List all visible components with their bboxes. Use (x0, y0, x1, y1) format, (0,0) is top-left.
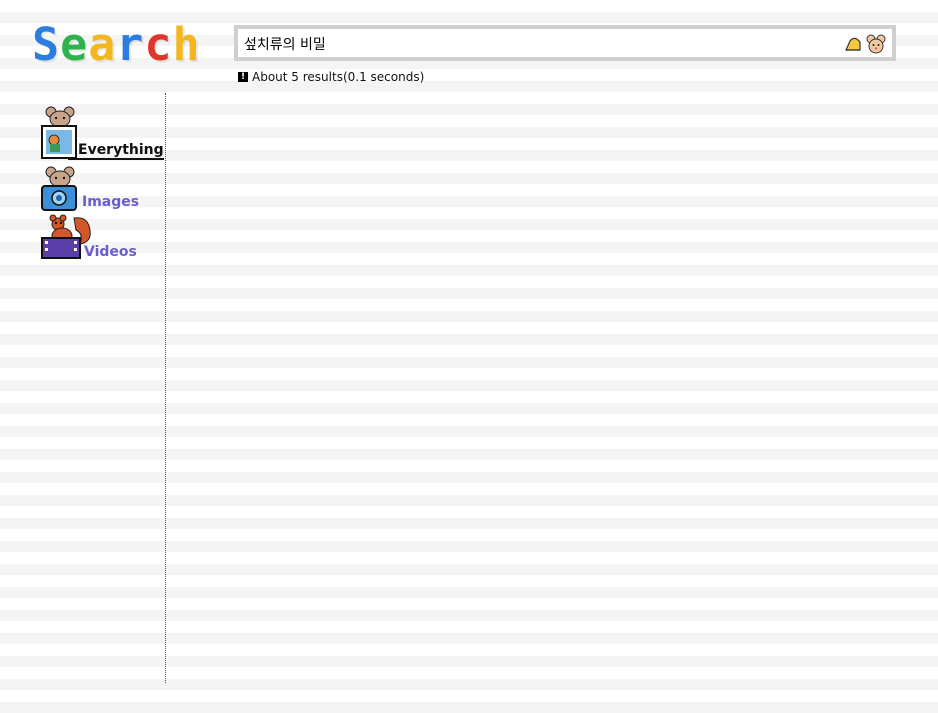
search-logo[interactable]: Search (32, 22, 201, 67)
results-text: About 5 results(0.1 seconds) (252, 70, 425, 84)
mouse-search-icon[interactable] (866, 34, 886, 54)
logo-letter: r (116, 18, 145, 71)
logo-letter: h (172, 18, 201, 71)
results-summary: ! About 5 results(0.1 seconds) (238, 70, 424, 84)
sidebar-item-label: Everything (68, 142, 164, 160)
logo-letter: e (60, 18, 89, 71)
images-mouse-icon (40, 166, 80, 212)
info-icon: ! (238, 72, 248, 82)
sidebar-item-everything[interactable]: Everything (40, 106, 164, 162)
search-box (234, 25, 896, 61)
logo-letter: S (32, 18, 61, 71)
search-box-icons (844, 33, 886, 55)
logo-letter: a (88, 18, 117, 71)
sidebar-item-label: Videos (84, 244, 137, 260)
sidebar-item-images[interactable]: Images (40, 166, 139, 212)
sidebar-divider (165, 93, 166, 683)
logo-letter: c (144, 18, 173, 71)
eraser-icon[interactable] (844, 36, 862, 52)
sidebar-item-label: Images (82, 194, 140, 210)
sidebar-item-videos[interactable]: Videos (40, 214, 137, 262)
search-input[interactable] (244, 33, 834, 55)
